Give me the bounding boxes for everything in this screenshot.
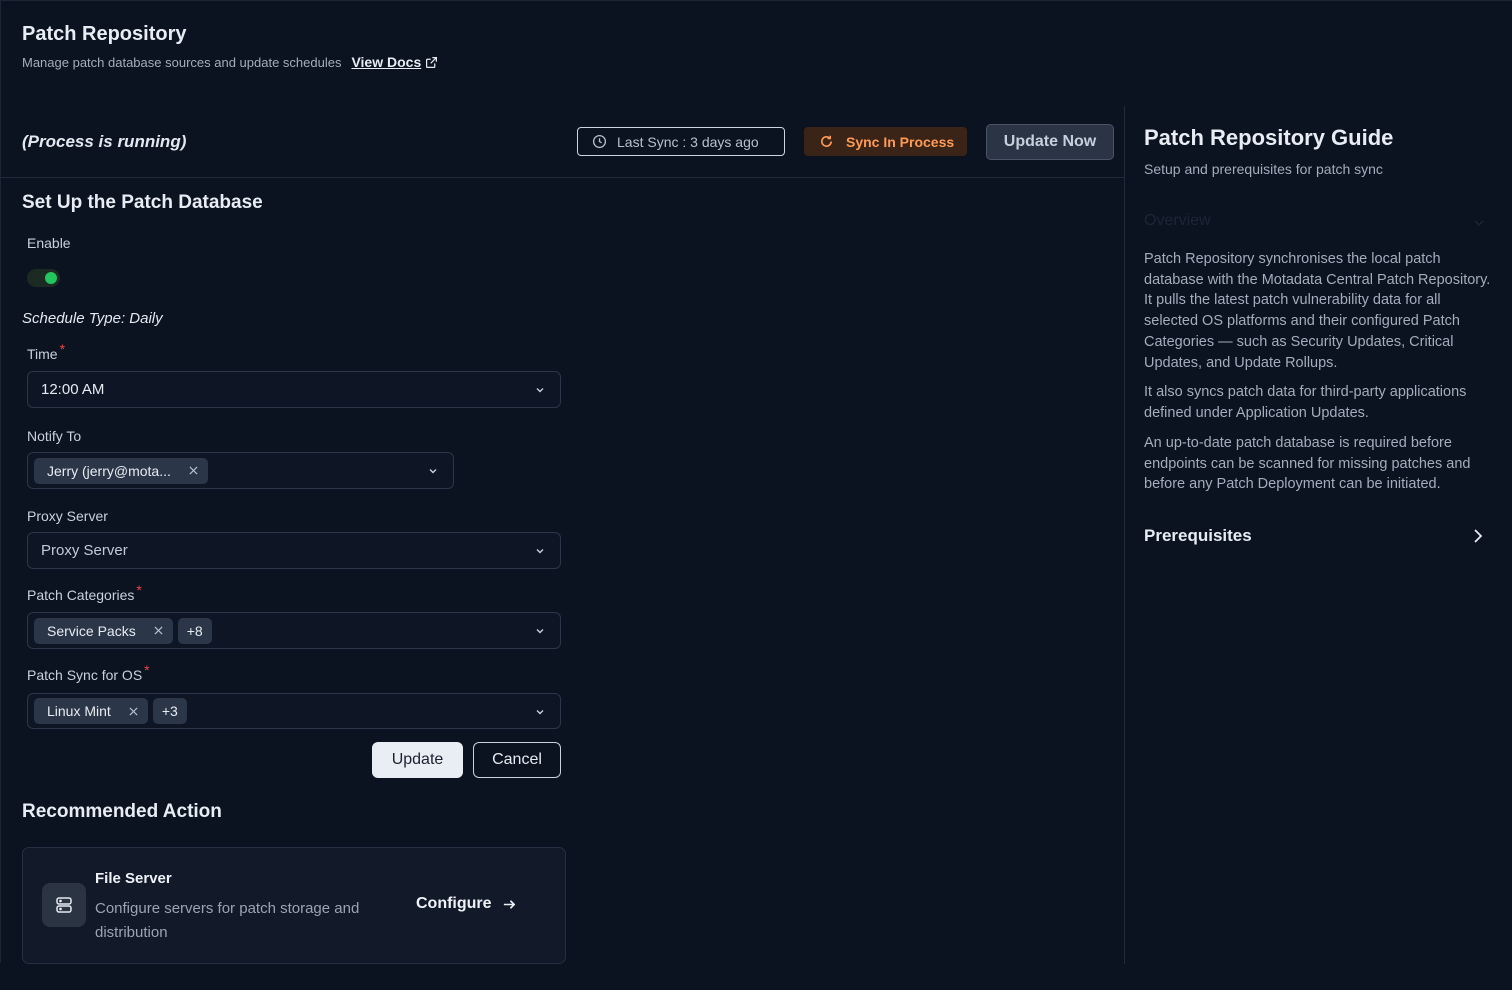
categories-chip: Service Packs bbox=[34, 617, 173, 644]
notify-chip: Jerry (jerry@mota... bbox=[34, 457, 208, 484]
last-sync-label: Last Sync : 3 days ago bbox=[617, 133, 759, 150]
clock-icon bbox=[592, 134, 607, 149]
overview-accordion[interactable]: Overview bbox=[1144, 212, 1486, 230]
enable-toggle[interactable] bbox=[27, 269, 60, 287]
proxy-placeholder: Proxy Server bbox=[41, 542, 128, 559]
categories-select[interactable]: Service Packs +8 bbox=[27, 612, 561, 649]
last-sync-badge: Last Sync : 3 days ago bbox=[577, 127, 785, 156]
guide-subtitle: Setup and prerequisites for patch sync bbox=[1144, 161, 1383, 177]
refresh-icon bbox=[821, 135, 832, 147]
setup-section-title: Set Up the Patch Database bbox=[22, 192, 263, 213]
status-bar: (Process is running) Last Sync : 3 days … bbox=[1, 106, 1124, 178]
guide-paragraph: An up-to-date patch database is required… bbox=[1144, 435, 1471, 493]
remove-chip-icon[interactable] bbox=[189, 466, 198, 475]
os-label-row: Patch Sync for OS * bbox=[27, 662, 150, 683]
page-subtitle-row: Manage patch database sources and update… bbox=[22, 54, 438, 70]
os-chip-label: Linux Mint bbox=[47, 703, 111, 719]
categories-label: Patch Categories bbox=[27, 587, 135, 603]
notify-select[interactable]: Jerry (jerry@mota... bbox=[27, 452, 454, 489]
chevron-right-icon bbox=[1474, 529, 1483, 543]
prerequisites-label: Prerequisites bbox=[1144, 526, 1252, 545]
page-title: Patch Repository bbox=[22, 23, 187, 45]
os-label: Patch Sync for OS bbox=[27, 667, 143, 683]
guide-paragraph: Patch Repository synchronises the local … bbox=[1144, 251, 1491, 371]
required-marker: * bbox=[144, 662, 150, 678]
cancel-button[interactable]: Cancel bbox=[473, 742, 561, 778]
required-marker: * bbox=[59, 341, 66, 357]
page-subtitle: Manage patch database sources and update… bbox=[22, 54, 342, 70]
server-icon bbox=[56, 897, 72, 913]
overview-label: Overview bbox=[1144, 212, 1211, 229]
external-link-icon bbox=[426, 56, 438, 68]
file-server-card: File Server Configure servers for patch … bbox=[22, 847, 566, 964]
remove-chip-icon[interactable] bbox=[154, 626, 163, 635]
chevron-down-icon bbox=[536, 629, 544, 634]
card-title: File Server bbox=[95, 870, 172, 887]
chevron-down-icon bbox=[536, 388, 544, 393]
prerequisites-row[interactable]: Prerequisites bbox=[1144, 526, 1486, 546]
chevron-down-icon bbox=[536, 710, 544, 715]
chevron-down-icon bbox=[429, 469, 437, 474]
chevron-down-icon bbox=[1474, 220, 1484, 227]
enable-label: Enable bbox=[27, 235, 71, 251]
os-more-count: +3 bbox=[152, 698, 187, 724]
view-docs-link[interactable]: View Docs bbox=[351, 54, 438, 70]
required-marker: * bbox=[136, 582, 142, 598]
view-docs-label: View Docs bbox=[351, 54, 422, 70]
card-description: Configure servers for patch storage and … bbox=[95, 900, 360, 941]
os-chip: Linux Mint bbox=[34, 698, 148, 724]
proxy-select[interactable]: Proxy Server bbox=[27, 532, 561, 569]
guide-paragraph: It also syncs patch data for third-party… bbox=[1144, 384, 1467, 421]
proxy-label: Proxy Server bbox=[27, 508, 108, 524]
time-select[interactable]: 12:00 AM bbox=[27, 371, 561, 408]
os-select[interactable]: Linux Mint +3 bbox=[27, 693, 561, 729]
remove-chip-icon[interactable] bbox=[129, 706, 138, 716]
update-now-button[interactable]: Update Now bbox=[986, 124, 1114, 160]
categories-chip-label: Service Packs bbox=[47, 622, 136, 639]
page-header: Patch Repository Manage patch database s… bbox=[22, 23, 438, 70]
time-label: Time bbox=[27, 346, 58, 362]
sync-status-badge: Sync In Process bbox=[804, 127, 967, 156]
configure-button[interactable]: Configure bbox=[416, 895, 517, 913]
guide-panel: Patch Repository Guide Setup and prerequ… bbox=[1124, 106, 1512, 964]
time-value: 12:00 AM bbox=[41, 381, 105, 398]
notify-label: Notify To bbox=[27, 428, 82, 444]
sync-status-label: Sync In Process bbox=[846, 133, 955, 150]
app-window: Patch Repository Manage patch database s… bbox=[0, 0, 1512, 964]
time-label-row: Time * bbox=[27, 341, 65, 362]
notify-chip-label: Jerry (jerry@mota... bbox=[47, 462, 171, 479]
main-panel: (Process is running) Last Sync : 3 days … bbox=[1, 106, 1124, 964]
update-button[interactable]: Update bbox=[372, 742, 463, 778]
chevron-down-icon bbox=[536, 549, 544, 554]
categories-more-count: +8 bbox=[177, 617, 212, 644]
arrow-right-icon bbox=[503, 899, 515, 909]
guide-title: Patch Repository Guide bbox=[1144, 125, 1394, 150]
server-icon-tile bbox=[42, 883, 86, 927]
schedule-type-text: Schedule Type: Daily bbox=[22, 310, 163, 327]
toggle-knob bbox=[45, 272, 57, 284]
categories-label-row: Patch Categories * bbox=[27, 582, 142, 603]
configure-label: Configure bbox=[416, 895, 492, 912]
recommended-section-title: Recommended Action bbox=[22, 801, 222, 822]
process-status-text: (Process is running) bbox=[22, 132, 187, 151]
